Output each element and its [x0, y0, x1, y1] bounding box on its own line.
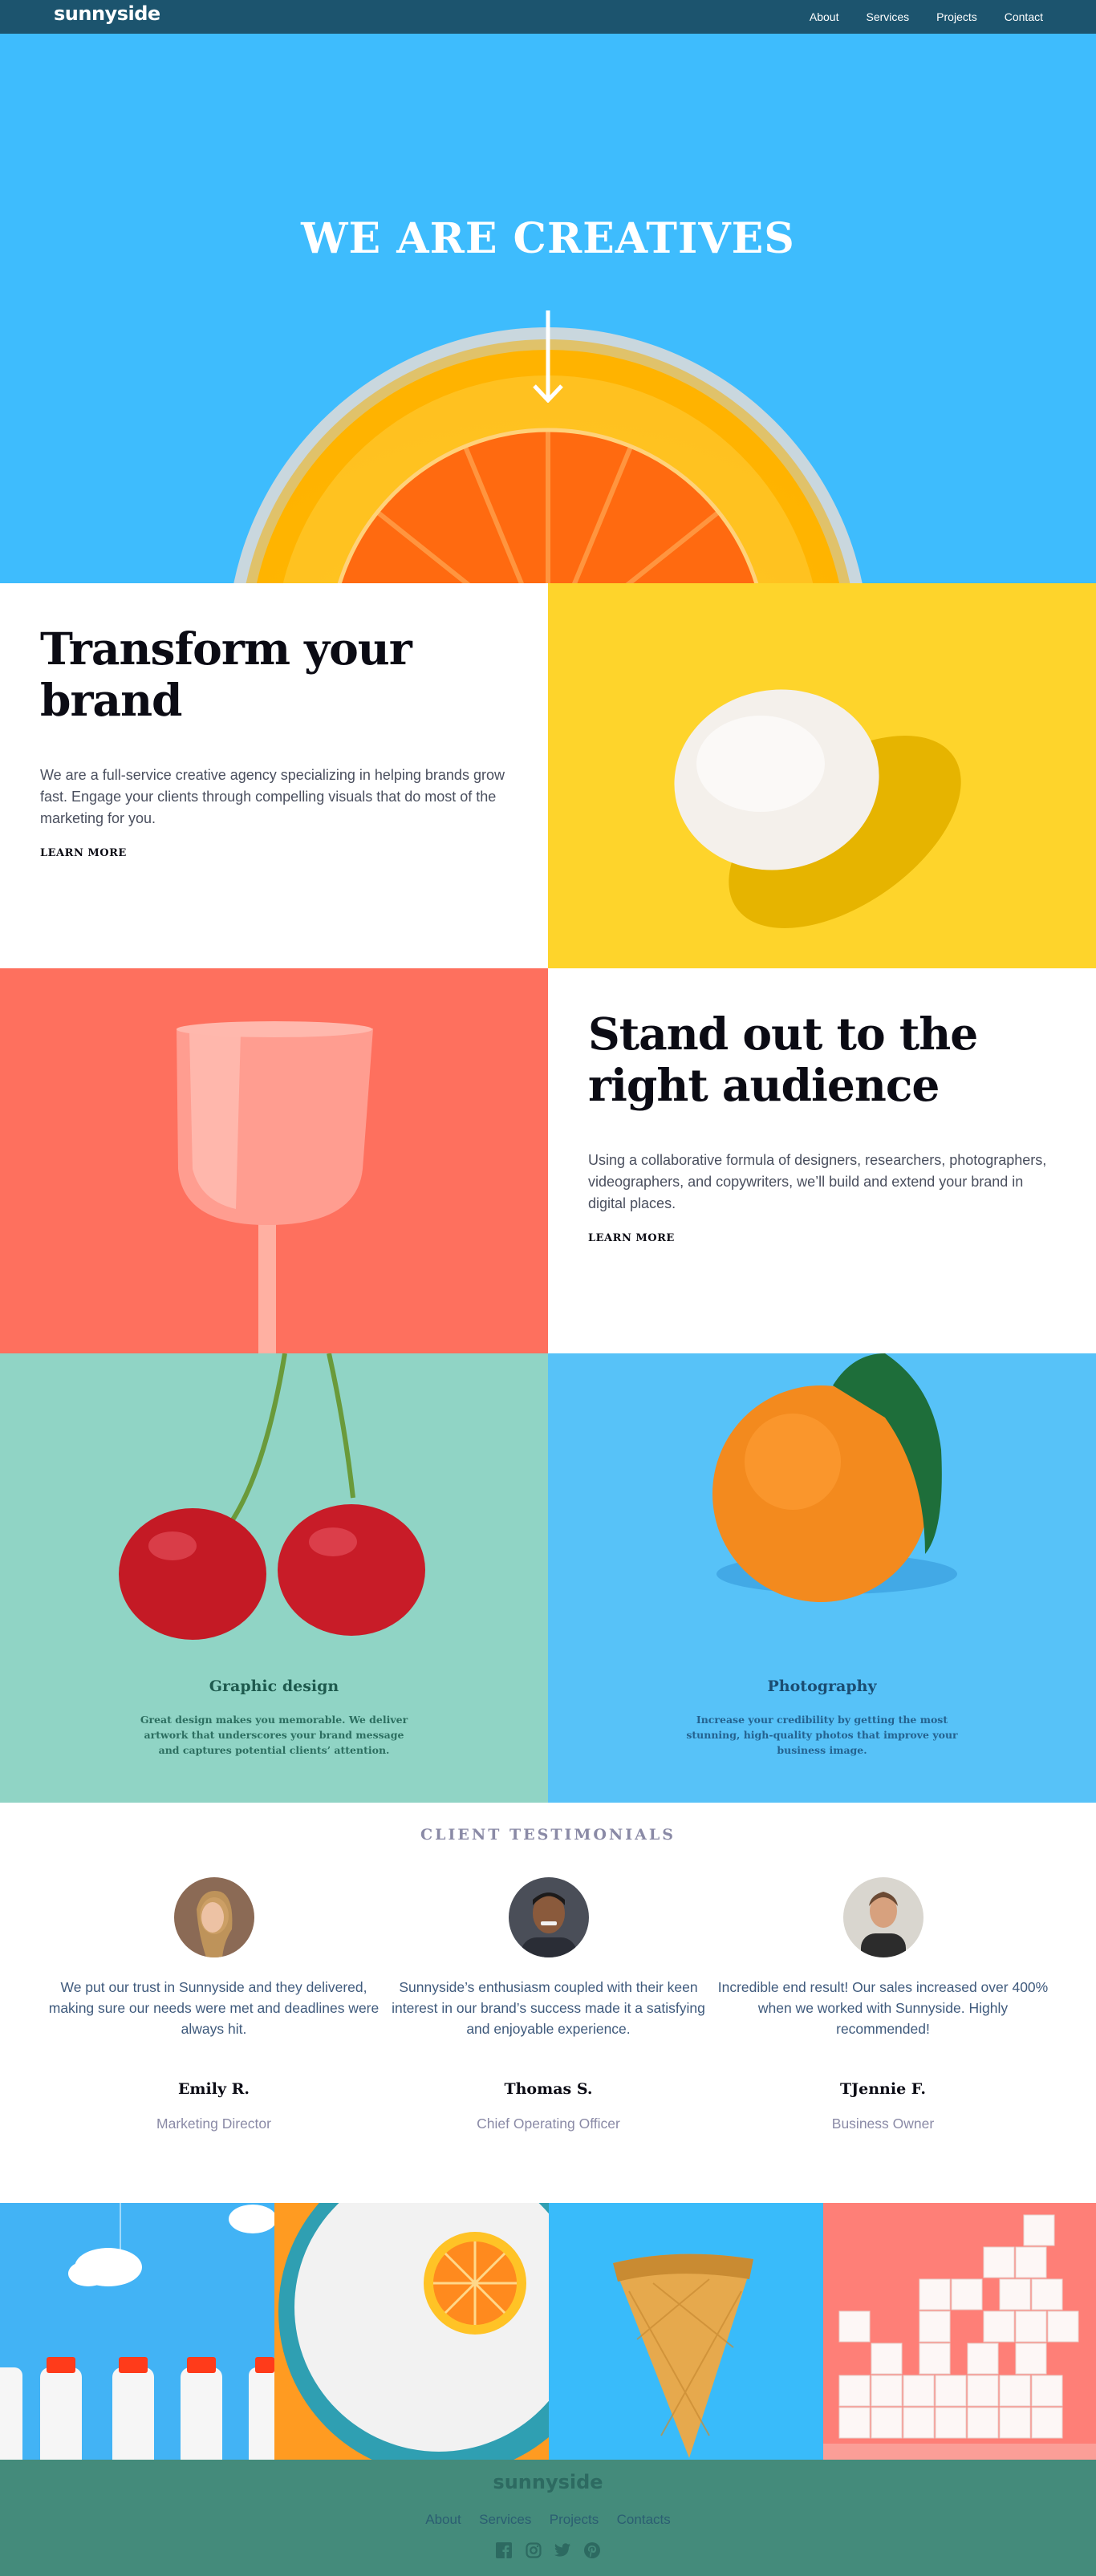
facebook-icon[interactable]	[496, 2542, 513, 2558]
avatar-jennie	[842, 1877, 923, 1957]
gallery-cone-image	[549, 2203, 823, 2460]
nav-link-about[interactable]: About	[810, 10, 839, 23]
top-navbar: sunnyside About Services Projects Contac…	[0, 0, 1096, 34]
standout-body: Using a collaborative formula of designe…	[588, 1152, 1047, 1211]
testimonial-name: TJennie F.	[840, 2080, 926, 2098]
photography-title: Photography	[767, 1677, 877, 1695]
instagram-icon[interactable]	[526, 2542, 542, 2558]
testimonial-name: Thomas S.	[504, 2080, 593, 2098]
pinterest-icon[interactable]	[583, 2542, 600, 2558]
testimonial-quote: We put our trust in Sunnyside and they d…	[48, 1979, 380, 2037]
testimonial-role: Business Owner	[831, 2116, 935, 2132]
testimonial-role: Chief Operating Officer	[477, 2116, 620, 2132]
avatar-thomas	[508, 1877, 589, 1957]
testimonial-card: Incredible end result! Our sales increas…	[716, 1877, 1049, 2039]
photography-body: Increase your credibility by getting the…	[686, 1714, 958, 1756]
standout-section: Stand out to the right audience Using a …	[548, 968, 1096, 1353]
gallery-sugar-cubes-image	[823, 2203, 1096, 2460]
footer-logo[interactable]: sunnyside	[0, 2471, 1096, 2493]
transform-title: Transform your brand	[40, 623, 412, 726]
arrow-down-icon[interactable]	[533, 310, 563, 403]
footer-social-icons	[0, 2542, 1096, 2558]
avatar-emily	[173, 1877, 254, 1957]
logo[interactable]: sunnyside	[54, 2, 160, 25]
hero-orange-image	[233, 327, 863, 583]
footer-link-services[interactable]: Services	[479, 2512, 531, 2528]
testimonial-card: Sunnyside’s enthusiasm coupled with thei…	[382, 1877, 715, 2039]
footer-links: About Services Projects Contacts	[0, 2512, 1096, 2528]
transform-body: We are a full-service creative agency sp…	[40, 767, 505, 826]
transform-section: Transform your brand We are a full-servi…	[0, 583, 548, 968]
graphic-design-body: Great design makes you memorable. We del…	[140, 1714, 408, 1756]
glass-image	[0, 968, 548, 1353]
testimonials-heading: CLIENT TESTIMONIALS	[420, 1826, 676, 1844]
footer-link-contacts[interactable]: Contacts	[617, 2512, 671, 2528]
egg-image	[548, 583, 1096, 968]
graphic-design-card: Graphic design Great design makes you me…	[0, 1353, 548, 1803]
gallery-milk-bottles-image	[0, 2203, 274, 2460]
nav-link-contact[interactable]: Contact	[1005, 10, 1043, 23]
nav-link-services[interactable]: Services	[866, 10, 909, 23]
nav-link-projects[interactable]: Projects	[936, 10, 977, 23]
twitter-icon[interactable]	[554, 2543, 571, 2558]
footer: sunnyside About Services Projects Contac…	[0, 2460, 1096, 2576]
gallery-orange-plate-image	[274, 2203, 549, 2460]
standout-title: Stand out to the right audience	[588, 1008, 978, 1111]
standout-learn-more-link[interactable]: LEARN MORE	[588, 1232, 1096, 1244]
footer-link-projects[interactable]: Projects	[550, 2512, 599, 2528]
footer-link-about[interactable]: About	[425, 2512, 461, 2528]
photography-card: Photography Increase your credibility by…	[548, 1353, 1096, 1803]
hero-title: WE ARE CREATIVES	[301, 214, 795, 263]
graphic-design-title: Graphic design	[209, 1677, 339, 1695]
testimonial-quote: Incredible end result! Our sales increas…	[717, 1979, 1049, 2037]
hero-section: WE ARE CREATIVES	[0, 34, 1096, 583]
transform-learn-more-link[interactable]: LEARN MORE	[40, 847, 548, 859]
testimonial-quote: Sunnyside’s enthusiasm coupled with thei…	[392, 1979, 705, 2037]
testimonial-card: We put our trust in Sunnyside and they d…	[47, 1877, 380, 2039]
testimonial-role: Marketing Director	[156, 2116, 271, 2132]
testimonial-name: Emily R.	[177, 2080, 250, 2098]
nav-links: About Services Projects Contact	[782, 10, 1043, 23]
